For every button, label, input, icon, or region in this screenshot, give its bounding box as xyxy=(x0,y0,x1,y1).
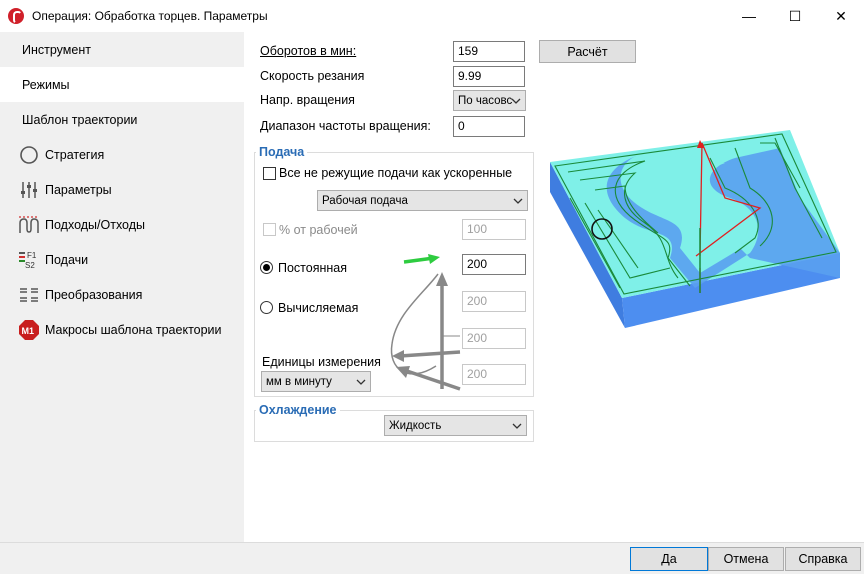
sidebar-item-label: Макросы шаблона траектории xyxy=(45,322,222,337)
compass-icon xyxy=(18,144,40,166)
rotation-direction-select[interactable]: По часовс xyxy=(453,90,526,111)
cancel-button[interactable]: Отмена xyxy=(708,547,784,571)
percent-input[interactable]: 100 xyxy=(462,219,526,240)
footer: Да Отмена Справка xyxy=(0,542,864,574)
sidebar-item-label: Режимы xyxy=(22,77,70,92)
sidebar-item-transform[interactable]: Преобразования xyxy=(0,277,244,312)
app-logo-icon xyxy=(8,8,24,24)
help-button[interactable]: Справка xyxy=(785,547,861,571)
sidebar-item-label: Преобразования xyxy=(45,287,143,302)
feed-type-value: Рабочая подача xyxy=(322,195,408,207)
svg-text:F1: F1 xyxy=(27,251,37,260)
svg-text:M1: M1 xyxy=(22,326,35,336)
sliders-icon xyxy=(18,179,40,201)
computed-feed-input-2[interactable]: 200 xyxy=(462,328,526,349)
computed-feed-input-1[interactable]: 200 xyxy=(462,291,526,312)
toolpath-preview-image xyxy=(550,130,840,328)
constant-feed-label: Постоянная xyxy=(278,261,348,275)
macro-icon: M1 xyxy=(18,319,40,341)
cooling-select[interactable]: Жидкость xyxy=(384,415,527,436)
sidebar: Инструмент Режимы Шаблон траектории Стра… xyxy=(0,32,244,542)
units-label: Единицы измерения xyxy=(262,355,381,369)
sidebar-item-label: Инструмент xyxy=(22,42,91,57)
percent-of-working-label: % от рабочей xyxy=(279,223,358,237)
chevron-down-icon xyxy=(356,379,366,385)
chevron-down-icon xyxy=(513,198,523,204)
cutting-speed-label: Скорость резания xyxy=(260,69,365,83)
feeds-icon: F1 S2 xyxy=(18,249,40,271)
sidebar-item-strategy[interactable]: Стратегия xyxy=(0,137,244,172)
constant-feed-radio[interactable] xyxy=(260,261,273,274)
units-value: мм в минуту xyxy=(266,376,332,388)
units-select[interactable]: мм в минуту xyxy=(261,371,371,392)
transform-icon xyxy=(18,284,40,306)
sidebar-item-tool[interactable]: Инструмент xyxy=(0,32,244,67)
title-bar: Операция: Обработка торцев. Параметры — … xyxy=(0,0,864,32)
rotation-direction-value: По часовс xyxy=(458,95,513,107)
computed-feed-input-3[interactable]: 200 xyxy=(462,364,526,385)
sidebar-item-macros[interactable]: M1 Макросы шаблона траектории xyxy=(0,312,244,347)
ok-button[interactable]: Да xyxy=(630,547,708,571)
sidebar-item-label: Шаблон траектории xyxy=(22,112,138,127)
svg-text:S2: S2 xyxy=(25,261,35,270)
sidebar-item-modes[interactable]: Режимы xyxy=(0,67,244,102)
cooling-group-title: Охлаждение xyxy=(256,403,340,417)
percent-of-working-checkbox[interactable] xyxy=(263,223,276,236)
sidebar-item-feeds[interactable]: F1 S2 Подачи xyxy=(0,242,244,277)
sidebar-item-label: Подходы/Отходы xyxy=(45,217,146,232)
chevron-down-icon xyxy=(511,98,521,104)
rotation-direction-label: Напр. вращения xyxy=(260,93,355,107)
feed-diagram xyxy=(390,254,461,391)
sidebar-item-approach-retract[interactable]: Подходы/Отходы xyxy=(0,207,244,242)
cutting-speed-input[interactable]: 9.99 xyxy=(453,66,525,87)
close-button[interactable]: ✕ xyxy=(818,0,864,32)
sidebar-item-path-template[interactable]: Шаблон траектории xyxy=(0,102,244,137)
chevron-down-icon xyxy=(512,423,522,429)
feed-group-title: Подача xyxy=(256,145,308,159)
sidebar-item-parameters[interactable]: Параметры xyxy=(0,172,244,207)
maximize-button[interactable]: ☐ xyxy=(772,0,818,32)
rpm-input[interactable]: 159 xyxy=(453,41,525,62)
rpm-label: Оборотов в мин: xyxy=(260,44,357,58)
sidebar-item-label: Стратегия xyxy=(45,147,105,162)
sidebar-item-label: Подачи xyxy=(45,252,89,267)
computed-feed-radio[interactable] xyxy=(260,301,273,314)
sidebar-item-label: Параметры xyxy=(45,182,112,197)
freq-range-label: Диапазон частоты вращения: xyxy=(260,119,431,133)
freq-range-input[interactable]: 0 xyxy=(453,116,525,137)
rapid-noncutting-checkbox[interactable] xyxy=(263,167,276,180)
rapid-noncutting-label: Все не режущие подачи как ускоренные xyxy=(279,166,513,180)
approach-retract-icon xyxy=(18,214,40,236)
calc-button[interactable]: Расчёт xyxy=(539,40,636,63)
feed-type-select[interactable]: Рабочая подача xyxy=(317,190,528,211)
computed-feed-label: Вычисляемая xyxy=(278,301,359,315)
minimize-button[interactable]: — xyxy=(726,0,772,32)
cooling-value: Жидкость xyxy=(389,420,442,432)
constant-feed-input[interactable]: 200 xyxy=(462,254,526,275)
window-title: Операция: Обработка торцев. Параметры xyxy=(32,9,268,23)
